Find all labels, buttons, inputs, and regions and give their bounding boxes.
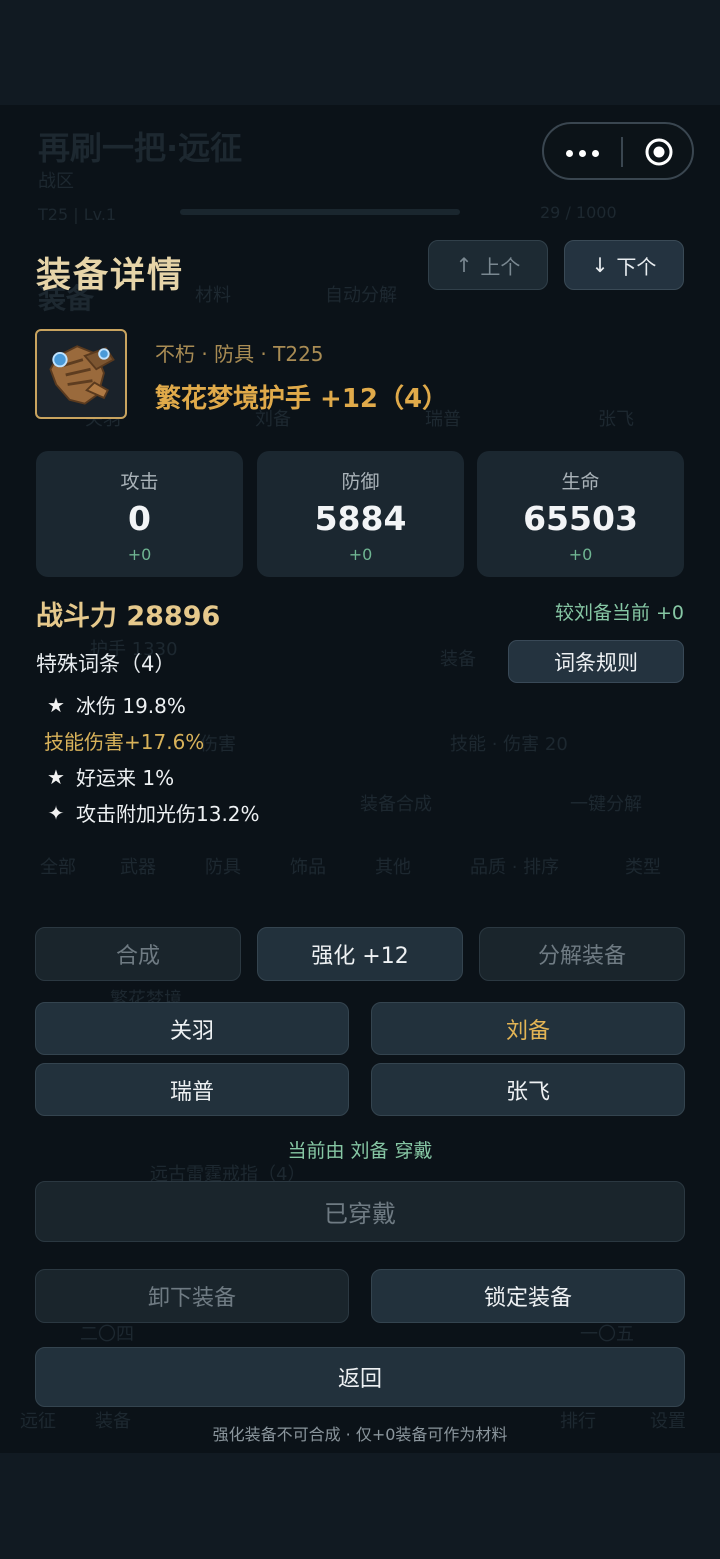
lock-button[interactable]: 锁定装备 (371, 1269, 685, 1323)
equipped-button[interactable]: 已穿戴 (35, 1181, 685, 1242)
close-miniprogram-icon[interactable] (644, 137, 674, 167)
stat-value: 0 (128, 499, 151, 538)
back-button[interactable]: 返回 (35, 1347, 685, 1407)
decompose-button[interactable]: 分解装备 (479, 927, 685, 981)
stat-value: 65503 (523, 499, 638, 538)
affix-item: ★ 好运来 1% (44, 762, 174, 791)
stat-hp: 生命 65503 +0 (477, 451, 684, 577)
affix-text: 技能伤害+17.6% (44, 730, 205, 754)
stat-label: 攻击 (120, 471, 159, 493)
affix-text: 好运来 1% (76, 766, 175, 790)
capsule-divider (621, 137, 623, 167)
synthesize-button[interactable]: 合成 (35, 927, 241, 981)
bottom-area (0, 1453, 720, 1559)
affix-item: ★ 冰伤 19.8% (44, 690, 186, 719)
hero-button-liubei[interactable]: 刘备 (371, 1002, 685, 1055)
item-name: 繁花梦境护手 +12（4） (155, 384, 449, 414)
stat-delta: +0 (348, 545, 373, 564)
stat-label: 防御 (341, 471, 380, 493)
next-item-button[interactable]: ↓ 下个 (564, 240, 684, 290)
special-affix-title: 特殊词条（4） (36, 652, 176, 676)
item-meta: 不朽 · 防具 · T225 (155, 342, 324, 366)
enhance-button[interactable]: 强化 +12 (257, 927, 463, 981)
affix-item: ✦ 攻击附加光伤13.2% (44, 798, 260, 827)
prev-item-button[interactable]: ↑ 上个 (428, 240, 548, 290)
footer-note: 强化装备不可合成 · 仅+0装备可作为材料 (212, 1425, 508, 1444)
stat-attack: 攻击 0 +0 (36, 451, 243, 577)
hero-button-guanyu[interactable]: 关羽 (35, 1002, 349, 1055)
affix-item: 技能伤害+17.6% (44, 726, 204, 755)
arrow-up-icon: ↑ (455, 253, 473, 277)
prev-label: 上个 (480, 254, 521, 279)
stat-value: 5884 (314, 499, 407, 538)
mini-program-capsule (542, 122, 694, 180)
stat-label: 生命 (561, 471, 600, 493)
status-bar-area (0, 0, 720, 105)
next-label: 下个 (616, 254, 657, 279)
worn-by-text: 当前由 刘备 穿戴 (287, 1140, 433, 1162)
sparkle-icon: ✦ (47, 800, 65, 825)
affix-rules-button[interactable]: 词条规则 (508, 640, 684, 683)
star-icon: ★ (47, 692, 65, 717)
affix-text: 攻击附加光伤13.2% (76, 802, 260, 826)
affix-text: 冰伤 19.8% (76, 694, 186, 718)
page-title: 装备详情 (36, 256, 185, 296)
more-icon[interactable] (566, 150, 600, 157)
gauntlet-icon (35, 329, 127, 419)
stat-defense: 防御 5884 +0 (257, 451, 464, 577)
combat-power: 战斗力 28896 (36, 601, 221, 632)
hero-button-zhangfei[interactable]: 张飞 (371, 1063, 685, 1116)
compare-text: 较刘备当前 +0 (554, 602, 684, 624)
stat-delta: +0 (127, 545, 152, 564)
arrow-down-icon: ↓ (591, 253, 609, 277)
hero-button-ruipu[interactable]: 瑞普 (35, 1063, 349, 1116)
unequip-button[interactable]: 卸下装备 (35, 1269, 349, 1323)
stat-delta: +0 (568, 545, 593, 564)
star-icon: ★ (47, 764, 65, 789)
